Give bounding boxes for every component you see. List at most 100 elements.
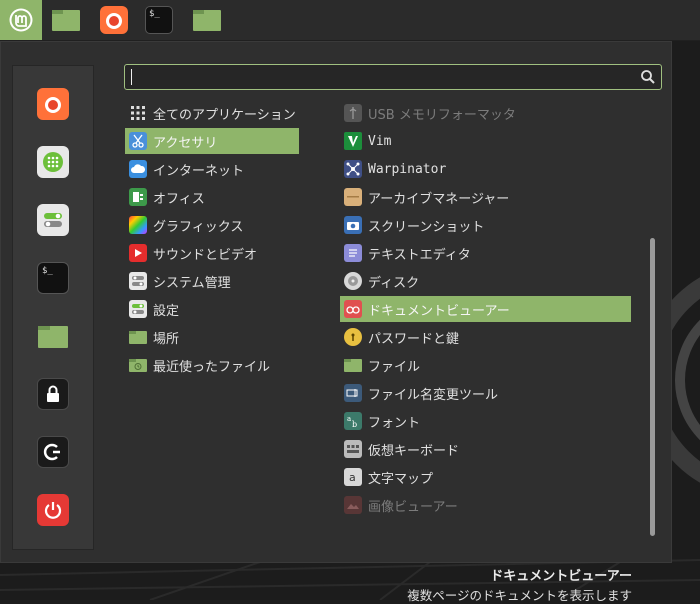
document-viewer-icon xyxy=(344,300,362,318)
search-input[interactable] xyxy=(131,67,635,89)
search-box[interactable] xyxy=(124,64,662,90)
app-label: フォント xyxy=(368,415,421,431)
category-label: オフィス xyxy=(153,191,205,207)
software-manager-icon xyxy=(43,152,63,172)
firefox-icon xyxy=(100,6,128,34)
scrollbar[interactable] xyxy=(650,238,655,536)
toggle-icon xyxy=(129,272,147,290)
font-icon: ab xyxy=(344,412,362,430)
app-label: 画像ビューアー xyxy=(368,499,458,515)
app-text-editor[interactable]: テキストエディタ xyxy=(340,240,631,266)
category-office[interactable]: オフィス xyxy=(125,184,299,210)
app-label: パスワードと鍵 xyxy=(368,331,460,347)
fav-shutdown[interactable] xyxy=(37,494,69,526)
category-sound-video[interactable]: サウンドとビデオ xyxy=(125,240,299,266)
category-preferences[interactable]: 設定 xyxy=(125,296,299,322)
category-accessories[interactable]: アクセサリ xyxy=(125,128,299,154)
category-internet[interactable]: インターネット xyxy=(125,156,299,182)
category-administration[interactable]: システム管理 xyxy=(125,268,299,294)
category-places[interactable]: 場所 xyxy=(125,324,299,350)
app-label: 文字マップ xyxy=(368,471,434,487)
category-label: サウンドとビデオ xyxy=(153,247,258,263)
folder-icon xyxy=(344,356,362,374)
fav-settings[interactable] xyxy=(37,204,69,236)
folder-icon xyxy=(129,328,147,346)
app-bulk-rename[interactable]: ファイル名変更ツール xyxy=(340,380,631,406)
category-recent-files[interactable]: 最近使ったファイル xyxy=(125,352,299,378)
app-document-viewer[interactable]: ドキュメントビューアー xyxy=(340,296,631,322)
charmap-icon: a xyxy=(344,468,362,486)
app-vim[interactable]: Vim xyxy=(340,128,631,154)
app-onscreen-keyboard[interactable]: 仮想キーボード xyxy=(340,436,631,462)
text-editor-icon xyxy=(344,244,362,262)
fav-files[interactable] xyxy=(37,320,69,352)
terminal-icon: $_ xyxy=(145,6,173,34)
category-all-applications[interactable]: 全てのアプリケーション xyxy=(125,100,299,126)
app-label: ファイル xyxy=(368,359,421,375)
grid-icon xyxy=(129,104,147,122)
app-label: Warpinator xyxy=(368,161,447,177)
category-label: 設定 xyxy=(153,303,180,319)
menu-button[interactable] xyxy=(0,0,42,40)
application-menu: $_ 全てのアプリケーション アクセサリ インターネット オフィス グラフィック… xyxy=(0,41,672,603)
settings-toggle-icon xyxy=(129,300,147,318)
favorites-bar: $_ xyxy=(12,65,94,550)
fav-firefox[interactable] xyxy=(37,88,69,120)
fav-lock-screen[interactable] xyxy=(37,378,69,410)
category-label: システム管理 xyxy=(153,275,231,291)
disk-icon xyxy=(344,272,362,290)
key-icon xyxy=(344,328,362,346)
app-disks[interactable]: ディスク xyxy=(340,268,631,294)
settings-toggle-icon xyxy=(44,213,62,227)
usb-icon xyxy=(344,104,362,122)
category-label: 全てのアプリケーション xyxy=(153,107,296,123)
folder-icon xyxy=(38,326,68,348)
terminal-prompt: $_ xyxy=(149,9,160,19)
app-image-viewer[interactable]: 画像ビューアー xyxy=(340,492,631,518)
category-graphics[interactable]: グラフィックス xyxy=(125,212,299,238)
folder-icon xyxy=(52,10,80,31)
app-screenshot[interactable]: スクリーンショット xyxy=(340,212,631,238)
keyboard-icon xyxy=(344,440,362,458)
app-warpinator[interactable]: Warpinator xyxy=(340,156,631,182)
app-label: USB メモリフォーマッタ xyxy=(368,107,516,123)
linux-mint-logo-icon xyxy=(9,8,33,32)
app-archive-manager[interactable]: アーカイブマネージャー xyxy=(340,184,631,210)
selected-app-description: 複数ページのドキュメントを表示します xyxy=(407,588,632,603)
app-label: ディスク xyxy=(368,275,420,291)
svg-text:a: a xyxy=(349,471,356,483)
category-label: 場所 xyxy=(153,331,180,347)
fav-software-manager[interactable] xyxy=(37,146,69,178)
panel-files-button[interactable] xyxy=(50,0,82,40)
terminal-prompt: $_ xyxy=(42,266,53,276)
folder-icon xyxy=(193,10,221,31)
app-label: スクリーンショット xyxy=(368,219,485,235)
image-viewer-icon xyxy=(344,496,362,514)
svg-text:a: a xyxy=(347,415,351,423)
app-passwords-keys[interactable]: パスワードと鍵 xyxy=(340,324,631,350)
lock-icon xyxy=(47,385,59,402)
app-label: テキストエディタ xyxy=(368,247,471,263)
power-icon xyxy=(44,502,62,519)
fav-logout[interactable] xyxy=(37,436,69,468)
search-icon[interactable] xyxy=(639,68,657,86)
office-icon xyxy=(129,188,147,206)
app-label: アーカイブマネージャー xyxy=(368,191,510,207)
cloud-icon xyxy=(129,160,147,178)
app-character-map[interactable]: a 文字マップ xyxy=(340,464,631,490)
scissors-icon xyxy=(129,132,147,150)
category-label: 最近使ったファイル xyxy=(153,359,271,375)
panel-firefox-button[interactable] xyxy=(99,0,129,40)
svg-text:b: b xyxy=(352,420,357,428)
fav-terminal[interactable]: $_ xyxy=(37,262,69,294)
app-label: 仮想キーボード xyxy=(368,443,460,459)
app-files[interactable]: ファイル xyxy=(340,352,631,378)
app-fonts[interactable]: ab フォント xyxy=(340,408,631,434)
category-label: インターネット xyxy=(153,163,245,179)
panel-terminal-button[interactable]: $_ xyxy=(144,0,174,40)
app-usb-formatter[interactable]: USB メモリフォーマッタ xyxy=(340,100,631,126)
warpinator-icon xyxy=(344,160,362,178)
firefox-icon xyxy=(45,97,61,113)
panel-folder-button[interactable] xyxy=(191,0,223,40)
app-label: Vim xyxy=(368,133,392,149)
